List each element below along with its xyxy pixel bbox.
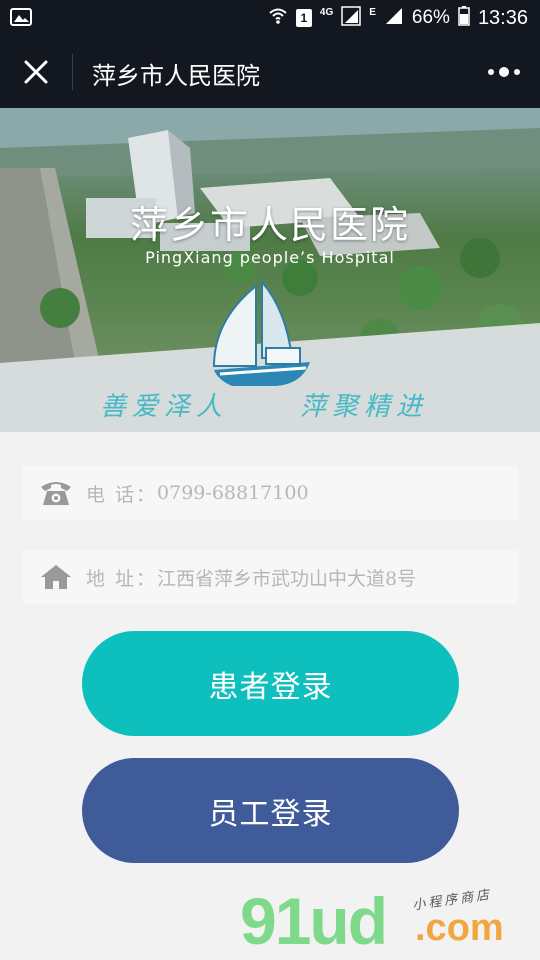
phone-icon	[38, 478, 74, 508]
slogan-left: 善爱泽人	[100, 392, 229, 422]
address-value: 江西省萍乡市武功山中大道8号	[157, 567, 417, 590]
watermark: 91ud .com 小程序商店	[240, 885, 530, 957]
more-button[interactable]	[488, 62, 520, 82]
clock: 13:36	[477, 6, 528, 29]
gallery-icon	[10, 8, 32, 26]
watermark-suffix: .com	[415, 907, 504, 949]
nav-divider	[72, 54, 73, 90]
close-button[interactable]	[18, 54, 54, 90]
phone-value: 0799-68817100	[157, 482, 309, 504]
nav-bar: 萍乡市人民医院	[0, 36, 540, 108]
signal-strength-icon	[384, 6, 404, 31]
watermark-main: 91ud	[240, 884, 388, 958]
close-icon	[24, 60, 48, 84]
battery-percent: 66%	[411, 7, 450, 28]
more-icon-dot	[488, 69, 494, 75]
phone-label: 电 话：	[86, 483, 158, 506]
slogan-right: 萍聚精进	[300, 392, 429, 422]
sailboat-logo	[212, 280, 310, 386]
status-bar: 1 4G E 66% 13:36	[0, 0, 540, 36]
more-icon-dot	[514, 69, 520, 75]
page-title: 萍乡市人民医院	[92, 62, 260, 90]
phone-row: 电 话： 0799-68817100	[22, 466, 518, 520]
wifi-icon	[268, 7, 288, 30]
network-type-label: 4G	[319, 6, 334, 18]
patient-login-button[interactable]: 患者登录	[82, 631, 459, 736]
data-indicator-label: E	[369, 6, 376, 18]
sim-slot-badge: 1	[295, 9, 312, 27]
staff-login-button[interactable]: 员工登录	[82, 758, 459, 863]
banner-subtitle: PingXiang people’s Hospital	[145, 248, 395, 267]
signal-icon	[341, 5, 361, 31]
address-row: 地 址： 江西省萍乡市武功山中大道8号	[22, 550, 518, 604]
banner-title: 萍乡市人民医院	[129, 203, 410, 247]
battery-icon	[458, 5, 470, 31]
home-icon	[38, 562, 74, 592]
hospital-banner: 萍乡市人民医院 PingXiang people’s Hospital 善爱泽人…	[0, 108, 540, 432]
more-icon-dot	[499, 67, 509, 77]
address-label: 地 址：	[86, 567, 158, 590]
